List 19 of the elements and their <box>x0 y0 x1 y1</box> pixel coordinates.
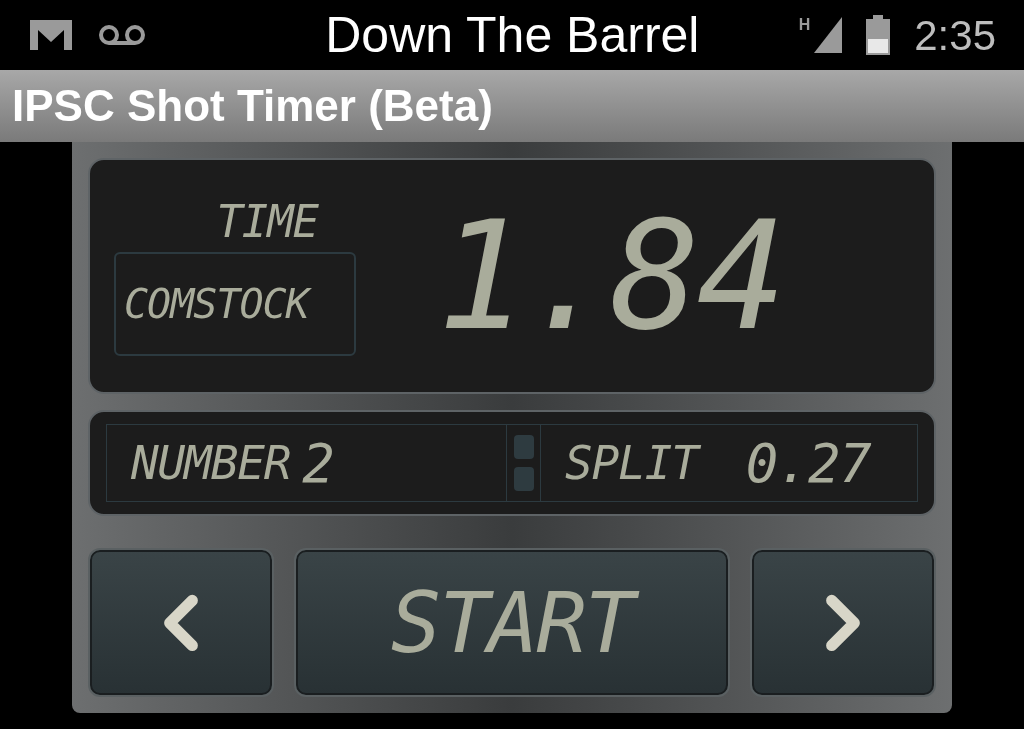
battery-icon <box>866 15 891 55</box>
indicator-light <box>513 467 534 491</box>
app-title: IPSC Shot Timer (Beta) <box>12 80 493 132</box>
network-type: H <box>798 17 811 33</box>
elapsed-time: 1.84 <box>436 201 784 351</box>
mail-icon <box>28 18 74 52</box>
previous-button[interactable] <box>88 548 274 697</box>
signal-icon <box>814 17 843 53</box>
clock: 2:35 <box>914 10 996 61</box>
time-label: TIME <box>216 200 320 244</box>
string-name: COMSTOCK <box>114 252 356 356</box>
indicator-light <box>513 435 534 459</box>
shot-number: 2 <box>302 430 334 497</box>
split-time: 0.27 <box>745 430 871 497</box>
number-label: NUMBER <box>131 434 291 492</box>
voicemail-icon <box>98 24 146 46</box>
next-button[interactable] <box>750 548 936 697</box>
start-button[interactable]: START <box>294 548 730 697</box>
status-title: Down The Barrel <box>324 5 701 65</box>
